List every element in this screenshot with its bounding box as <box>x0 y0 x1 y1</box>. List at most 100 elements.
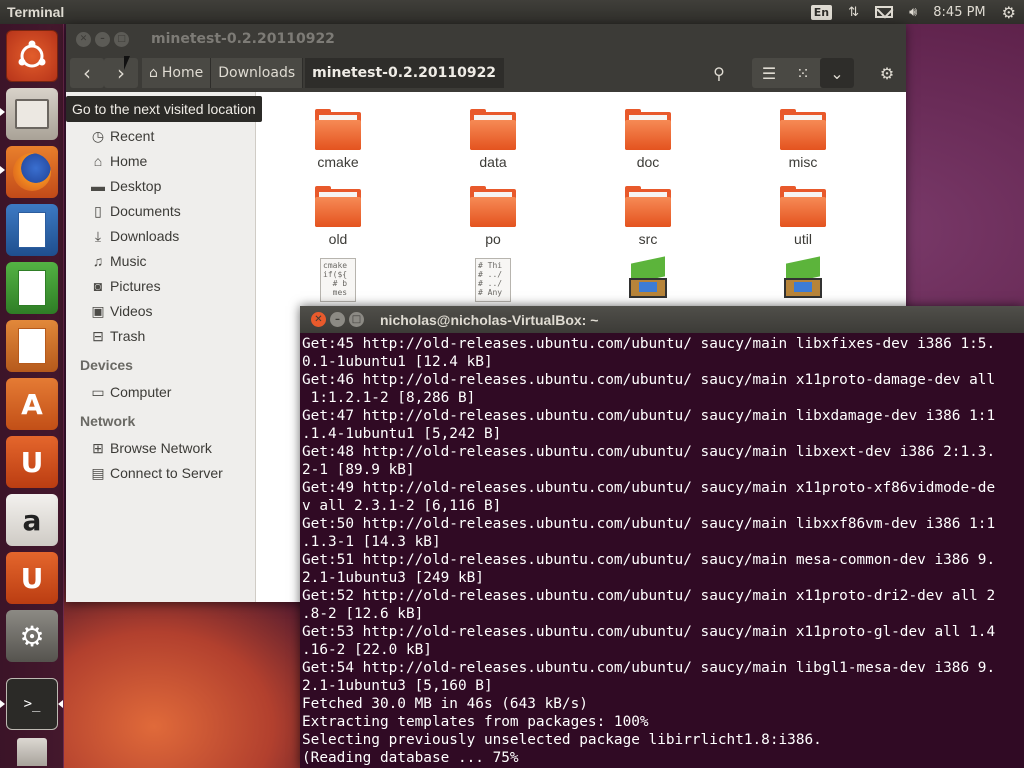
folder-old[interactable]: old <box>283 186 393 247</box>
minimize-button[interactable]: – <box>95 31 110 47</box>
dash-home-button[interactable] <box>6 30 58 82</box>
terminal-line: Get:51 http://old-releases.ubuntu.com/ub… <box>302 552 996 568</box>
search-icon[interactable]: ⚲ <box>702 58 736 88</box>
places-sidebar: ◷ Recent ⌂ Home ▬ Desktop ▯ Documents ⤓ Downl… <box>66 92 256 602</box>
indicator-area: En ⇅ 🔊︎ 8:45 PM ⚙ <box>803 0 1024 24</box>
calc-launcher[interactable] <box>6 262 58 314</box>
document-icon: ▯ <box>94 202 102 219</box>
terminal-output[interactable]: Get:45 http://old-releases.ubuntu.com/ub… <box>302 335 1022 768</box>
chevron-down-icon[interactable]: ⌄ <box>820 58 854 88</box>
folder-icon <box>625 186 671 227</box>
minetest-server-executable[interactable] <box>748 256 858 302</box>
sidebar-item-browse-network[interactable]: ⊞ Browse Network <box>90 437 212 459</box>
text-file-cmakelists[interactable]: cmake if(${ # b mes <box>283 258 393 302</box>
file-cabinet-icon <box>15 99 49 129</box>
terminal-line: .16-2 [22.0 kB] <box>302 642 432 658</box>
sidebar-item-label: Downloads <box>110 228 180 244</box>
list-view-icon[interactable]: ☰ <box>752 58 786 88</box>
sidebar-item-documents[interactable]: ▯ Documents <box>90 200 181 222</box>
file-manager-titlebar: ✕ – □ minetest-0.2.20110922 <box>66 24 906 54</box>
sidebar-item-label: Recent <box>110 128 155 144</box>
file-label: po <box>485 231 501 247</box>
maximize-button[interactable]: □ <box>114 31 129 47</box>
sidebar-item-music[interactable]: ♫ Music <box>90 250 147 272</box>
minetest-executable[interactable] <box>593 256 703 302</box>
sidebar-item-downloads[interactable]: ⤓ Downloads <box>90 225 179 247</box>
impress-launcher[interactable] <box>6 320 58 372</box>
terminal-titlebar[interactable]: ✕ – □ nicholas@nicholas-VirtualBox: ~ <box>300 306 1024 333</box>
music-note-icon: ♫ <box>92 253 104 269</box>
firefox-launcher[interactable] <box>6 146 58 198</box>
folder-cmake[interactable]: cmake <box>283 109 393 170</box>
server-icon: ▤ <box>91 464 105 481</box>
terminal-launcher[interactable]: >_ <box>6 678 58 730</box>
folder-doc[interactable]: doc <box>593 109 703 170</box>
mouse-pointer-icon <box>124 56 130 70</box>
sidebar-item-connect-server[interactable]: ▤ Connect to Server <box>90 462 222 484</box>
breadcrumb-current[interactable]: minetest-0.2.20110922 <box>305 58 505 88</box>
sidebar-item-label: Desktop <box>110 178 162 194</box>
writer-icon <box>18 212 46 248</box>
mail-icon[interactable] <box>875 6 894 18</box>
film-icon: ▣ <box>91 302 105 319</box>
folder-src[interactable]: src <box>593 186 703 247</box>
view-switcher: ☰ ⁙ ⌄ <box>752 58 854 88</box>
folder-icon <box>780 186 826 227</box>
sidebar-item-pictures[interactable]: ◙ Pictures <box>90 275 161 297</box>
sidebar-item-videos[interactable]: ▣ Videos <box>90 300 152 322</box>
terminal-line: (Reading database ... 75% <box>302 750 519 766</box>
trash-launcher[interactable] <box>6 736 58 768</box>
back-button[interactable]: ‹ <box>70 58 104 88</box>
network-icon[interactable]: ⇅ <box>848 5 859 20</box>
folder-util[interactable]: util <box>748 186 858 247</box>
folder-po[interactable]: po <box>438 186 548 247</box>
computer-icon: ▭ <box>91 383 105 400</box>
folder-icon <box>315 186 361 227</box>
grid-view-icon[interactable]: ⁙ <box>786 58 820 88</box>
trash-icon <box>17 738 47 766</box>
wrench-gear-icon: ⚙ <box>19 619 45 653</box>
gear-icon[interactable]: ⚙ <box>1002 3 1016 22</box>
sidebar-item-desktop[interactable]: ▬ Desktop <box>90 175 161 197</box>
terminal-line: Get:49 http://old-releases.ubuntu.com/ub… <box>302 480 996 496</box>
close-button[interactable]: ✕ <box>76 31 91 47</box>
keyboard-layout-indicator[interactable]: En <box>810 4 833 20</box>
file-label: doc <box>636 154 660 170</box>
system-settings-launcher[interactable]: ⚙ <box>6 610 58 662</box>
text-file-readme[interactable]: # Thi # ../ # ../ # Any <box>438 258 548 302</box>
sidebar-item-recent[interactable]: ◷ Recent <box>90 125 154 147</box>
amazon-launcher[interactable]: a <box>6 494 58 546</box>
sidebar-item-label: Documents <box>110 203 181 219</box>
minimize-button[interactable]: – <box>330 312 345 327</box>
sidebar-item-computer[interactable]: ▭ Computer <box>90 381 171 403</box>
home-icon: ⌂ <box>149 65 158 81</box>
close-button[interactable]: ✕ <box>311 312 326 327</box>
window-title: minetest-0.2.20110922 <box>151 31 335 47</box>
terminal-line: 2.1-1ubuntu3 [249 kB] <box>302 570 484 586</box>
ubuntu-logo-icon <box>18 40 46 68</box>
folder-icon <box>470 109 516 150</box>
breadcrumb-home[interactable]: ⌂ Home <box>142 58 212 88</box>
terminal-line: Fetched 30.0 MB in 46s (643 kB/s) <box>302 696 588 712</box>
terminal-line: Get:52 http://old-releases.ubuntu.com/ub… <box>302 588 996 604</box>
folder-data[interactable]: data <box>438 109 548 170</box>
breadcrumb-downloads[interactable]: Downloads <box>211 58 304 88</box>
volume-icon[interactable]: 🔊︎ <box>909 5 917 20</box>
sidebar-item-home[interactable]: ⌂ Home <box>90 150 148 172</box>
ubuntu-one-launcher[interactable]: U <box>6 436 58 488</box>
gear-icon[interactable]: ⚙ <box>870 58 904 88</box>
sidebar-item-trash[interactable]: ⊟ Trash <box>90 325 145 347</box>
trash-icon: ⊟ <box>92 327 104 344</box>
maximize-button[interactable]: □ <box>349 312 364 327</box>
terminal-window[interactable]: ✕ – □ nicholas@nicholas-VirtualBox: ~ Ge… <box>300 306 1024 768</box>
files-launcher[interactable] <box>6 88 58 140</box>
clock[interactable]: 8:45 PM <box>933 5 985 20</box>
home-icon: ⌂ <box>93 153 103 169</box>
ubuntu-one-music-launcher[interactable]: U <box>6 552 58 604</box>
launcher: A U a U ⚙ >_ <box>0 24 64 768</box>
software-center-launcher[interactable]: A <box>6 378 58 430</box>
folder-icon: ▬ <box>91 178 105 194</box>
writer-launcher[interactable] <box>6 204 58 256</box>
forward-button[interactable]: › <box>104 58 138 88</box>
folder-misc[interactable]: misc <box>748 109 858 170</box>
